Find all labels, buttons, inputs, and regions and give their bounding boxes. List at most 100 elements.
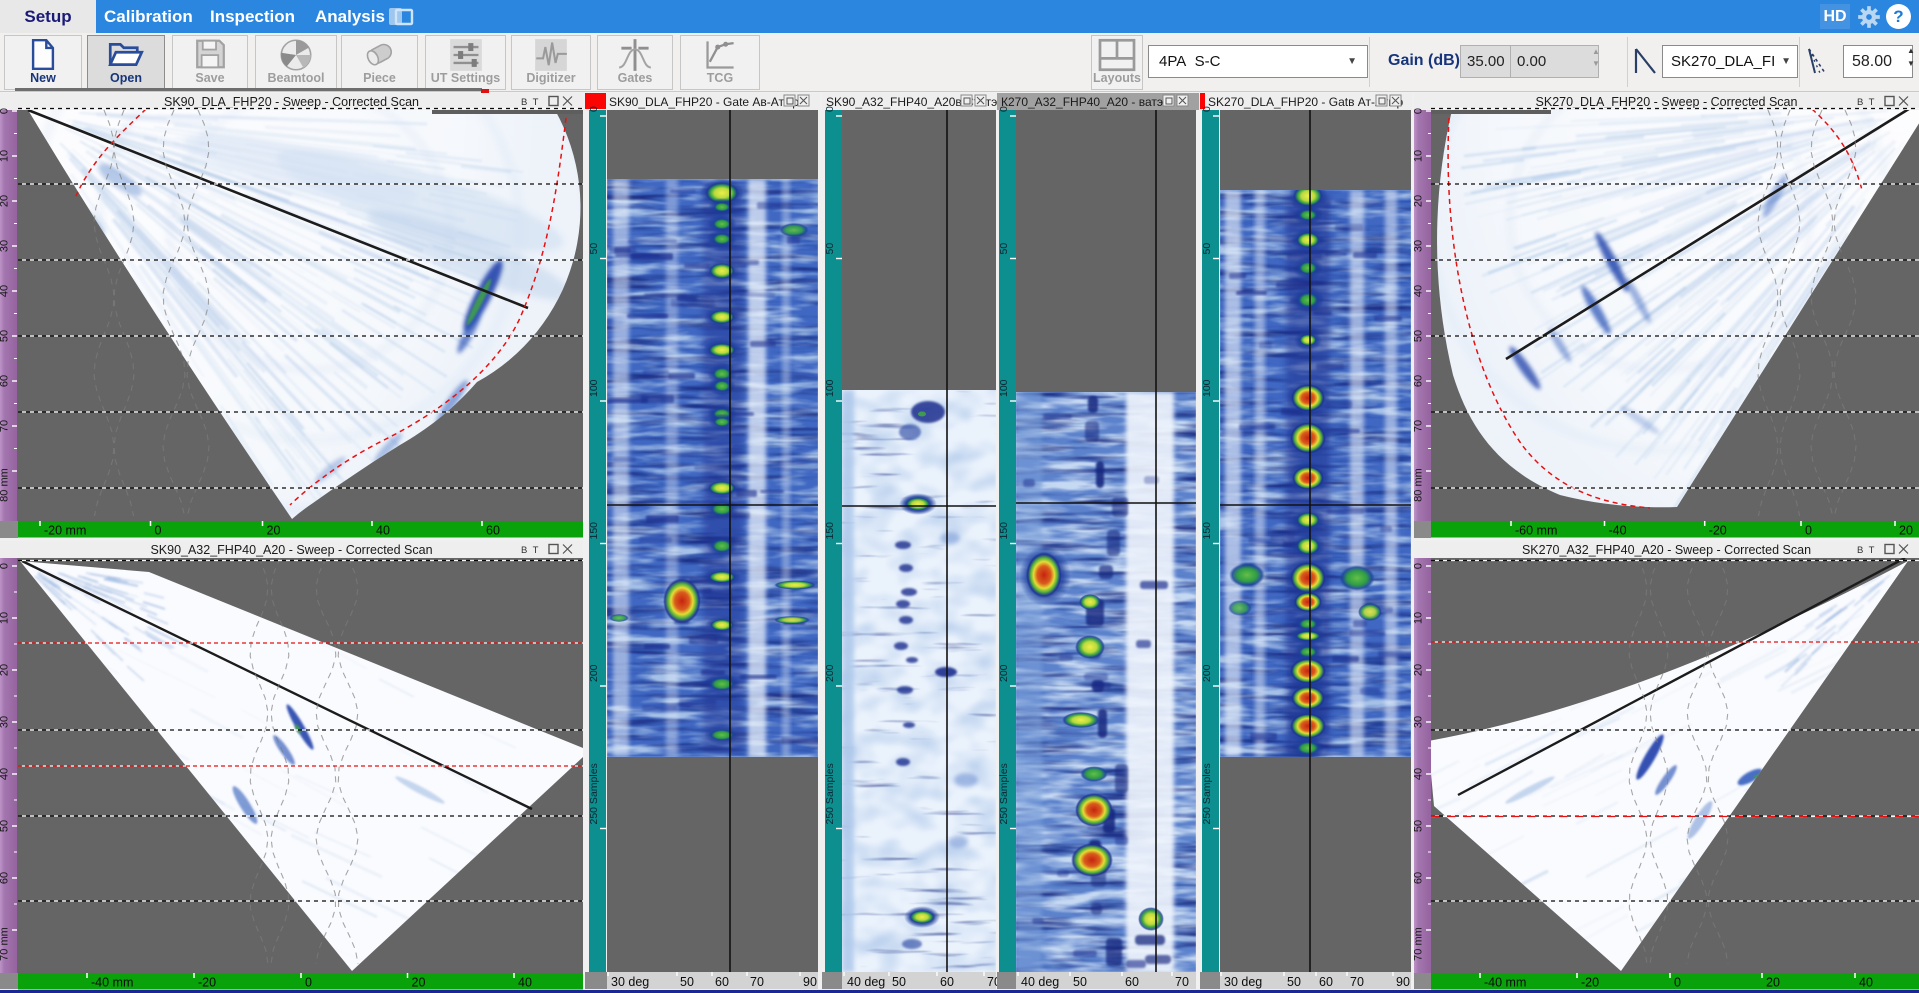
- svg-text:40: 40: [0, 285, 11, 297]
- svg-text:SK270_DLA_FHP20 - Gatв Ат-Атмр: SK270_DLA_FHP20 - Gatв Ат-Атмр: [1208, 95, 1404, 109]
- svg-text:К270_A32_FHP40_A20 - ватэ: К270_A32_FHP40_A20 - ватэ: [1001, 95, 1163, 109]
- svg-text:60: 60: [1413, 375, 1425, 387]
- svg-text:40 deg: 40 deg: [1021, 975, 1059, 989]
- svg-text:-40 mm: -40 mm: [1484, 976, 1526, 990]
- svg-text:50: 50: [1201, 243, 1213, 255]
- svg-text:0: 0: [155, 524, 162, 538]
- svg-text:0: 0: [1674, 976, 1681, 990]
- svg-text:SK90_DLA_FHP20 - Sweep - Corre: SK90_DLA_FHP20 - Sweep - Corrected Scan: [164, 95, 419, 109]
- svg-text:250 Samples: 250 Samples: [824, 763, 836, 824]
- svg-text:-20: -20: [1709, 524, 1727, 538]
- svg-text:250 Samples: 250 Samples: [588, 763, 600, 824]
- svg-text:70: 70: [1350, 975, 1364, 989]
- svg-text:40 deg: 40 deg: [847, 975, 885, 989]
- svg-text:60: 60: [940, 975, 954, 989]
- svg-text:10: 10: [0, 150, 11, 162]
- svg-text:30: 30: [1413, 240, 1425, 252]
- svg-text:150: 150: [824, 522, 836, 540]
- svg-text:50: 50: [1287, 975, 1301, 989]
- svg-text:0: 0: [824, 106, 836, 112]
- svg-text:10: 10: [1413, 612, 1425, 624]
- svg-text:30 deg: 30 deg: [1224, 975, 1262, 989]
- svg-text:200: 200: [1201, 664, 1213, 682]
- svg-text:60: 60: [486, 524, 500, 538]
- svg-text:-40: -40: [1609, 524, 1627, 538]
- svg-text:10: 10: [1413, 150, 1425, 162]
- svg-text:70: 70: [1175, 975, 1189, 989]
- svg-text:250 Samples: 250 Samples: [998, 763, 1010, 824]
- svg-text:70: 70: [1413, 420, 1425, 432]
- svg-text:60: 60: [0, 872, 11, 884]
- svg-text:50: 50: [588, 243, 600, 255]
- svg-text:200: 200: [824, 664, 836, 682]
- svg-text:B T: B T: [521, 97, 539, 108]
- svg-text:200: 200: [998, 664, 1010, 682]
- svg-text:150: 150: [1201, 522, 1213, 540]
- svg-text:70: 70: [750, 975, 764, 989]
- svg-text:40: 40: [1413, 768, 1425, 780]
- svg-text:SK90_DLA_FHP20 - Gate Ав-Атмр: SK90_DLA_FHP20 - Gate Ав-Атмр: [609, 95, 799, 109]
- svg-text:B T: B T: [521, 545, 539, 556]
- svg-text:SK90_A32_FHP40_A20 - Sweep - C: SK90_A32_FHP40_A20 - Sweep - Corrected S…: [150, 543, 432, 557]
- svg-text:0: 0: [1413, 563, 1425, 569]
- svg-text:40: 40: [1413, 285, 1425, 297]
- svg-text:50: 50: [1413, 330, 1425, 342]
- svg-text:80 mm: 80 mm: [0, 468, 11, 502]
- svg-text:100: 100: [998, 379, 1010, 397]
- svg-text:30 deg: 30 deg: [611, 975, 649, 989]
- svg-text:0: 0: [1805, 524, 1812, 538]
- svg-text:0: 0: [998, 106, 1010, 112]
- svg-text:100: 100: [1201, 379, 1213, 397]
- svg-text:70 mm: 70 mm: [0, 927, 11, 961]
- svg-text:20: 20: [0, 195, 11, 207]
- svg-text:50: 50: [998, 243, 1010, 255]
- svg-text:90: 90: [803, 975, 817, 989]
- svg-text:80 mm: 80 mm: [1413, 468, 1425, 502]
- svg-text:0: 0: [1413, 108, 1425, 114]
- svg-text:40: 40: [376, 524, 390, 538]
- svg-text:-20 mm: -20 mm: [44, 524, 86, 538]
- svg-text:20: 20: [0, 664, 11, 676]
- svg-text:40: 40: [1859, 976, 1873, 990]
- svg-text:150: 150: [588, 522, 600, 540]
- svg-text:60: 60: [715, 975, 729, 989]
- svg-text:10: 10: [0, 612, 11, 624]
- svg-text:100: 100: [588, 379, 600, 397]
- svg-text:50: 50: [680, 975, 694, 989]
- svg-text:0: 0: [305, 976, 312, 990]
- svg-text:0: 0: [1201, 106, 1213, 112]
- svg-text:200: 200: [588, 664, 600, 682]
- svg-text:60: 60: [1413, 872, 1425, 884]
- svg-text:SK270_A32_FHP40_A20 - Sweep -: SK270_A32_FHP40_A20 - Sweep - Corrected …: [1522, 543, 1811, 557]
- svg-text:50: 50: [824, 243, 836, 255]
- svg-text:250 Samples: 250 Samples: [1201, 763, 1213, 824]
- svg-text:60: 60: [0, 375, 11, 387]
- svg-text:-40 mm: -40 mm: [91, 976, 133, 990]
- svg-text:20: 20: [1766, 976, 1780, 990]
- svg-text:60: 60: [1319, 975, 1333, 989]
- svg-text:0: 0: [588, 106, 600, 112]
- svg-text:0: 0: [0, 563, 11, 569]
- svg-text:20: 20: [1413, 195, 1425, 207]
- svg-text:20: 20: [412, 976, 426, 990]
- svg-text:50: 50: [0, 330, 11, 342]
- svg-text:90: 90: [1396, 975, 1410, 989]
- svg-text:50: 50: [1073, 975, 1087, 989]
- svg-text:150: 150: [998, 522, 1010, 540]
- svg-text:20: 20: [1413, 664, 1425, 676]
- svg-text:70 mm: 70 mm: [1413, 927, 1425, 961]
- svg-text:-60 mm: -60 mm: [1515, 524, 1557, 538]
- svg-text:0: 0: [0, 108, 11, 114]
- svg-text:40: 40: [0, 768, 11, 780]
- svg-text:-20: -20: [198, 976, 216, 990]
- svg-text:60: 60: [1125, 975, 1139, 989]
- svg-text:B T: B T: [1857, 97, 1875, 108]
- svg-text:30: 30: [0, 240, 11, 252]
- svg-text:-20: -20: [1581, 976, 1599, 990]
- svg-text:30: 30: [0, 716, 11, 728]
- svg-text:50: 50: [0, 820, 11, 832]
- svg-text:B T: B T: [1857, 545, 1875, 556]
- svg-text:50: 50: [1413, 820, 1425, 832]
- svg-text:40: 40: [518, 976, 532, 990]
- svg-text:70: 70: [0, 420, 11, 432]
